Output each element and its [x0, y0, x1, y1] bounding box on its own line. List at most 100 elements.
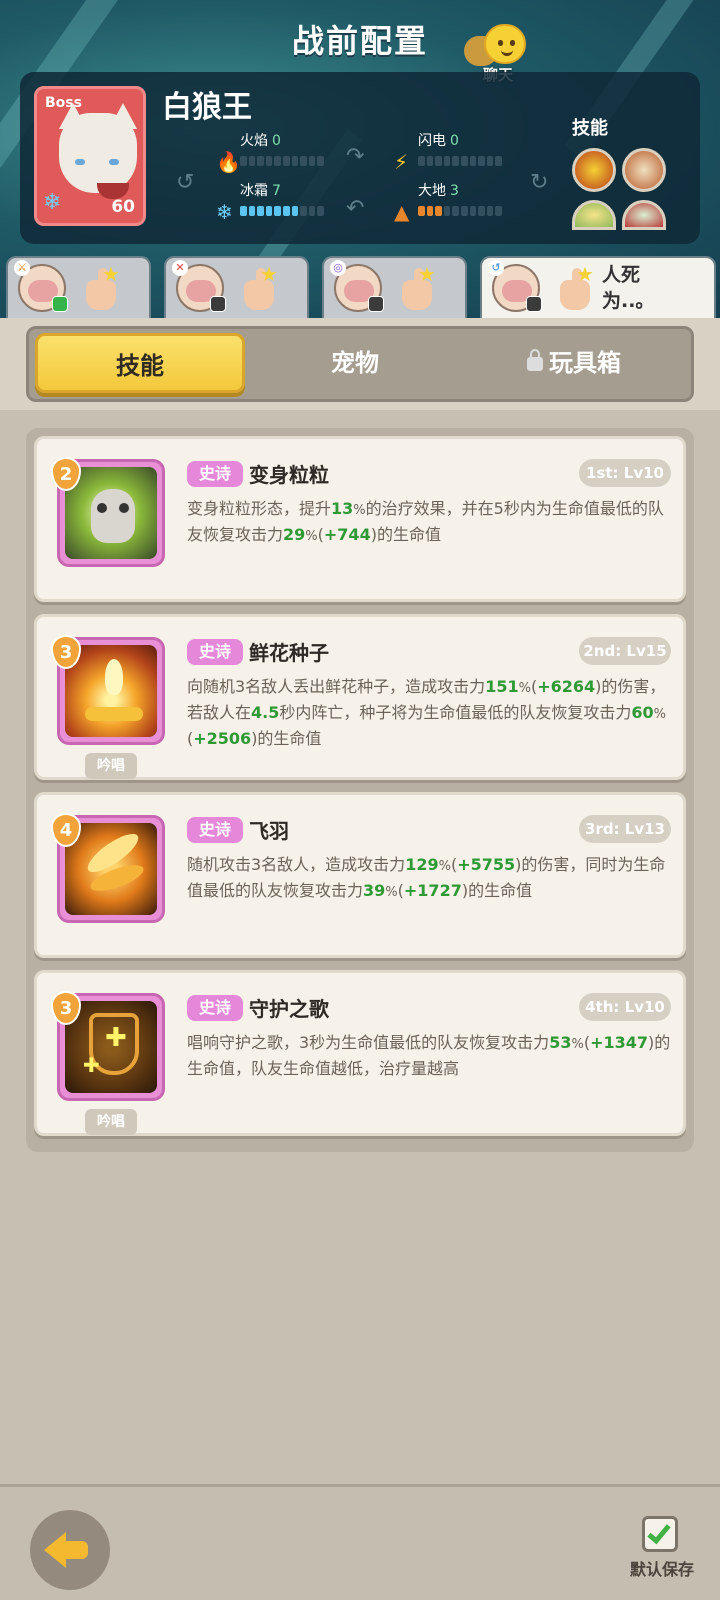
stat-frost-value: 7 [272, 183, 281, 199]
stat-fire-label: 火焰 [240, 133, 268, 149]
stat-bar-segment [257, 206, 264, 216]
stat-bar-segment [469, 156, 477, 166]
white-wolf-icon [59, 113, 137, 199]
description-text: 变身粒粒形态，提升 [187, 499, 332, 518]
highlight-value: +2506 [193, 729, 252, 748]
cycle-arrow-icon: ↺ [176, 170, 195, 195]
stat-earth-label: 大地 [418, 183, 446, 199]
stat-bar-segment [426, 206, 434, 216]
tab-pets[interactable]: 宠物 [255, 333, 455, 393]
cycle-arrow-icon: ↶ [346, 196, 365, 221]
highlight-value: 60 [631, 703, 654, 722]
status-badge-icon [368, 296, 384, 312]
element-icon: ↺ [488, 260, 504, 276]
page-title: 战前配置 [291, 22, 428, 60]
stat-bar-segment [240, 156, 247, 166]
description-text: 随机攻击3名敌人，造成攻击力 [187, 855, 406, 874]
description-text: % [353, 503, 366, 518]
stat-bar-segment [265, 156, 273, 166]
hero-slot-1[interactable]: ⚔ ★ [6, 256, 151, 318]
smiley-icon [484, 24, 526, 64]
pointing-hand-icon: ★ [554, 262, 598, 312]
skill-card[interactable]: 2 史诗 变身粒粒 1st: Lv10 变身粒粒形态，提升13%的治疗效果，并在… [34, 436, 686, 602]
stat-bar-segment [317, 206, 324, 216]
lock-icon [527, 349, 543, 371]
description-text: % [385, 885, 398, 900]
stat-bar [418, 206, 502, 216]
stat-bar-segment [426, 156, 434, 166]
highlight-value: 151 [485, 677, 519, 696]
skill-list: 2 史诗 变身粒粒 1st: Lv10 变身粒粒形态，提升13%的治疗效果，并在… [26, 428, 694, 1152]
hero-slot-3[interactable]: ◎ ★ [322, 256, 467, 318]
description-text: )的生命值 [461, 881, 533, 900]
stat-bar-segment [265, 206, 273, 216]
fire-icon: 🔥 [216, 150, 241, 174]
skill-description: 唱响守护之歌，3秒为生命值最低的队友恢复攻击力53%(+1347)的生命值，队友… [187, 1031, 675, 1081]
highlight-value: +744 [323, 525, 371, 544]
highlight-value: 4.5 [251, 703, 280, 722]
skill-slot-level: 4th: Lv10 [579, 993, 671, 1021]
stat-bar-segment [300, 206, 307, 216]
highlight-value: 53 [549, 1033, 572, 1052]
stat-earth: 大地 3 ▲ [394, 180, 514, 224]
skill-description: 变身粒粒形态，提升13%的治疗效果，并在5秒内为生命值最低的队友恢复攻击力29%… [187, 497, 675, 549]
frost-icon: ❄ [216, 200, 233, 224]
skill-card[interactable]: 4 史诗 飞羽 3rd: Lv13 随机攻击3名敌人，造成攻击力129%(+57… [34, 792, 686, 958]
stat-bar-segment [274, 206, 281, 216]
default-save-toggle[interactable]: 默认保存 [620, 1516, 704, 1586]
snowflake-icon: ❄ [43, 190, 62, 215]
stat-bar-segment [418, 156, 425, 166]
skill-description: 随机攻击3名敌人，造成攻击力129%(+5755)的伤害，同时为生命值最低的队友… [187, 853, 675, 905]
stat-bar-segment [435, 206, 442, 216]
skill-card[interactable]: ✚ ✚ 3 吟唱 史诗 守护之歌 4th: Lv10 唱响守护之歌，3秒为生命值… [34, 970, 686, 1136]
highlight-value: +6264 [537, 677, 596, 696]
highlight-value: 39 [363, 881, 386, 900]
description-text: 秒内阵亡，种子将为生命值最低的队友恢复攻击力 [279, 703, 632, 722]
stat-bar-segment [452, 156, 459, 166]
lightning-icon: ⚡ [394, 150, 409, 174]
element-icon: ✕ [172, 260, 188, 276]
stat-bar-segment [435, 156, 442, 166]
highlight-value: 13 [331, 499, 354, 518]
stat-bar [240, 156, 324, 166]
stat-bar-segment [308, 156, 316, 166]
tab-toy-box[interactable]: 玩具箱 [469, 333, 679, 393]
pointing-hand-icon: ★ [238, 262, 282, 312]
stat-bar-segment [240, 206, 247, 216]
skill-card[interactable]: 3 吟唱 史诗 鲜花种子 2nd: Lv15 向随机3名敌人丢出鲜花种子，造成攻… [34, 614, 686, 780]
boss-name: 白狼王 [162, 90, 252, 125]
stat-bar [418, 156, 502, 166]
stat-bar-segment [460, 156, 468, 166]
skill-description: 向随机3名敌人丢出鲜花种子，造成攻击力151%(+6264)的伤害，若敌人在4.… [187, 675, 675, 751]
boss-level: 60 [111, 197, 135, 217]
boss-skill-orb-icon[interactable] [622, 200, 666, 230]
tab-skills[interactable]: 技能 [35, 333, 245, 393]
back-arrow-icon [44, 1532, 66, 1568]
stat-bar-segment [478, 206, 485, 216]
checkbox-checked-icon [642, 1516, 678, 1552]
stat-fire-value: 0 [272, 133, 281, 149]
stat-earth-value: 3 [450, 183, 459, 199]
boss-skill-orb-icon[interactable] [622, 148, 666, 192]
skill-name: 鲜花种子 [249, 641, 329, 665]
stat-bar-segment [282, 156, 290, 166]
stat-bar-segment [282, 206, 290, 216]
status-badge-icon [210, 296, 226, 312]
description-text: % [305, 529, 318, 544]
stat-bar-segment [443, 206, 451, 216]
boss-skill-orb-icon[interactable] [572, 148, 616, 192]
highlight-value: +1347 [590, 1033, 648, 1052]
stat-bar-segment [248, 156, 256, 166]
skill-name: 飞羽 [249, 819, 289, 843]
skill-slot-level: 1st: Lv10 [579, 459, 671, 487]
hero-slot-4[interactable]: ↺ ★ 人死为..。 [480, 256, 716, 318]
back-button[interactable] [30, 1510, 110, 1590]
stat-bar-segment [478, 156, 485, 166]
boss-skill-orb-icon[interactable] [572, 200, 616, 230]
stat-frost: 冰霜 7 ❄ [216, 180, 336, 224]
boss-skills-label: 技能 [572, 118, 608, 139]
boss-portrait[interactable]: Boss ❄ 60 [34, 86, 146, 226]
hero-slot-2[interactable]: ✕ ★ [164, 256, 309, 318]
description-text: 向随机3名敌人丢出鲜花种子，造成攻击力 [187, 677, 486, 696]
description-text: % [653, 707, 666, 722]
